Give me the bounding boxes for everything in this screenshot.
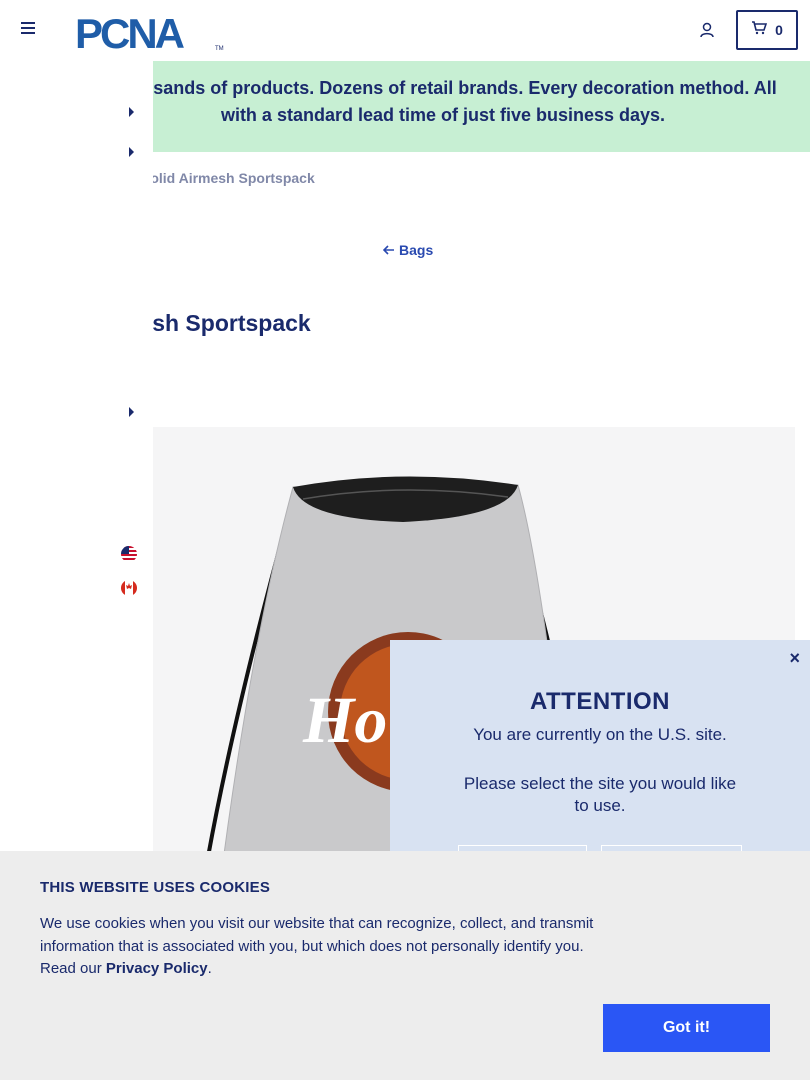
caret-right-icon[interactable] bbox=[129, 107, 134, 117]
popup-select-site-text: Please select the site you would like to… bbox=[463, 774, 737, 815]
cookie-text: We use cookies when you visit our websit… bbox=[40, 913, 600, 981]
caret-right-icon[interactable] bbox=[129, 407, 134, 417]
cart-count: 0 bbox=[775, 22, 783, 38]
got-it-button[interactable]: Got it! bbox=[603, 1004, 770, 1052]
svg-text:PCNA: PCNA bbox=[75, 10, 185, 53]
promo-banner-text: Thousands of products. Dozens of retail … bbox=[153, 78, 777, 125]
cookie-banner: THIS WEBSITE USES COOKIES We use cookies… bbox=[0, 851, 810, 1080]
popup-title: ATTENTION bbox=[529, 688, 671, 715]
hamburger-icon[interactable] bbox=[21, 22, 35, 38]
site-header: PCNA TM 0 bbox=[0, 0, 810, 61]
svg-text:Ho: Ho bbox=[302, 684, 387, 757]
svg-text:TM: TM bbox=[215, 46, 224, 52]
back-link-label: Bags bbox=[399, 242, 434, 258]
breadcrumb: Solid Airmesh Sportspack bbox=[153, 170, 453, 188]
canada-flag-icon[interactable] bbox=[121, 580, 137, 596]
back-to-bags-link[interactable]: Bags bbox=[382, 242, 434, 258]
user-icon[interactable] bbox=[698, 21, 716, 39]
us-flag-icon[interactable] bbox=[121, 546, 137, 562]
product-title: Airmesh Sportspack bbox=[153, 310, 453, 342]
site-select-popup: × ATTENTION You are currently on the U.S… bbox=[390, 640, 810, 885]
cart-button[interactable]: 0 bbox=[736, 10, 798, 50]
promo-banner: Thousands of products. Dozens of retail … bbox=[153, 61, 810, 152]
popup-current-site-text: You are currently on the U.S. site. bbox=[473, 725, 727, 744]
cookie-title: THIS WEBSITE USES COOKIES bbox=[40, 879, 271, 896]
breadcrumb-current: Solid Airmesh Sportspack bbox=[153, 170, 315, 186]
caret-right-icon[interactable] bbox=[129, 147, 134, 157]
cookie-tail: . bbox=[207, 960, 212, 977]
privacy-policy-link[interactable]: Privacy Policy bbox=[106, 960, 208, 977]
close-icon[interactable]: × bbox=[789, 648, 800, 669]
arrow-left-icon bbox=[382, 242, 395, 258]
pcna-logo[interactable]: PCNA TM bbox=[75, 9, 225, 57]
product-title-text: Airmesh Sportspack bbox=[153, 310, 311, 336]
cart-icon bbox=[751, 20, 768, 40]
